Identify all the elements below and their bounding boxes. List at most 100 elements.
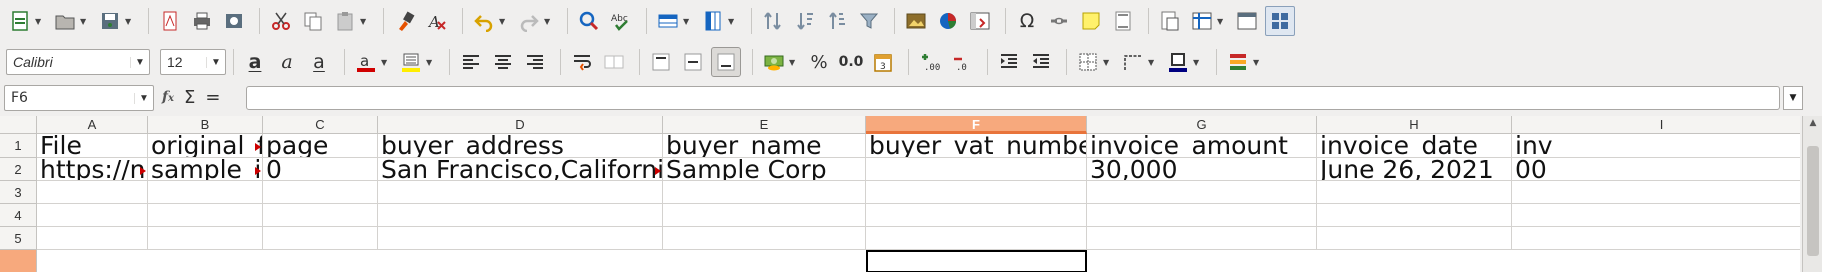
align-left-icon[interactable] [457,48,485,76]
wrap-text-icon[interactable] [568,48,596,76]
cell-a2[interactable]: https://nn [37,158,148,181]
headers-footers-icon[interactable] [1109,7,1137,35]
row-dropdown-icon[interactable]: ▼ [683,17,693,26]
sort-descending-icon[interactable] [791,7,819,35]
cell-d4[interactable] [378,204,663,227]
cell-f6-active[interactable] [866,250,1087,272]
row-header-3[interactable]: 3 [0,181,37,204]
cell-d1[interactable]: buyer_address [378,134,663,158]
add-decimal-place-icon[interactable]: .00 [916,48,944,76]
define-print-area-icon[interactable] [1156,7,1184,35]
formula-icon[interactable]: = [205,87,220,108]
cell-h3[interactable] [1317,181,1512,204]
undo-icon[interactable] [470,7,498,35]
insert-chart-icon[interactable] [934,7,962,35]
cell-d5[interactable] [378,227,663,250]
cell-i1[interactable]: inv [1512,134,1800,158]
freeze-dropdown-icon[interactable]: ▼ [1217,17,1227,26]
column-header-a[interactable]: A [37,116,148,134]
cell-f2[interactable] [866,158,1087,181]
comment-icon[interactable] [1077,7,1105,35]
column-header-b[interactable]: B [148,116,263,134]
align-center-icon[interactable] [489,48,517,76]
cell-b3[interactable] [148,181,263,204]
row-header-1[interactable]: 1 [0,134,37,158]
expand-formula-bar-icon[interactable]: ▼ [1783,86,1803,110]
font-name-combo[interactable]: Calibri ▼ [6,49,150,75]
bold-icon[interactable]: a [241,48,269,76]
cell-h1[interactable]: invoice_date [1317,134,1512,158]
insert-image-icon[interactable] [902,7,930,35]
cell-f4[interactable] [866,204,1087,227]
cell-f1[interactable]: buyer_vat_number [866,134,1087,158]
borders-icon[interactable] [1074,48,1102,76]
column-icon[interactable] [699,7,727,35]
find-replace-icon[interactable] [575,7,603,35]
conditional-dropdown-icon[interactable]: ▼ [1253,58,1263,67]
cell-b1[interactable]: original_f [148,134,263,158]
function-wizard-icon[interactable]: fx [162,89,174,105]
save-dropdown-icon[interactable]: ▼ [125,17,135,26]
pivot-table-icon[interactable] [966,7,994,35]
cell-d3[interactable] [378,181,663,204]
cell-e4[interactable] [663,204,866,227]
cell-g4[interactable] [1087,204,1317,227]
row-icon[interactable] [654,7,682,35]
currency-format-icon[interactable] [760,48,788,76]
sort-ascending-icon[interactable] [823,7,851,35]
open-dropdown-icon[interactable]: ▼ [80,17,90,26]
border-style-dropdown-icon[interactable]: ▼ [1148,58,1158,67]
center-vertically-icon[interactable] [679,48,707,76]
undo-dropdown-icon[interactable]: ▼ [499,17,509,26]
border-color-dropdown-icon[interactable]: ▼ [1193,58,1203,67]
show-draw-functions-icon[interactable] [1265,6,1295,36]
align-top-icon[interactable] [647,48,675,76]
cell-a1[interactable]: File [37,134,148,158]
row-header-2[interactable]: 2 [0,158,37,181]
cell-b5[interactable] [148,227,263,250]
cell-b2[interactable]: sample_in [148,158,263,181]
cell-i3[interactable] [1512,181,1800,204]
export-pdf-icon[interactable] [156,7,184,35]
currency-dropdown-icon[interactable]: ▼ [789,58,799,67]
clone-formatting-icon[interactable] [391,7,419,35]
cell-i2[interactable]: 00 [1512,158,1800,181]
chevron-down-icon[interactable]: ▼ [130,56,149,68]
hyperlink-icon[interactable] [1045,7,1073,35]
cell-b4[interactable] [148,204,263,227]
paste-icon[interactable] [331,7,359,35]
align-bottom-icon[interactable] [711,47,741,77]
chevron-down-icon[interactable]: ▼ [134,92,153,104]
scrollbar-thumb[interactable] [1807,146,1819,256]
sum-icon[interactable]: Σ [184,87,195,108]
column-header-d[interactable]: D [378,116,663,134]
cell-c5[interactable] [263,227,378,250]
column-header-i[interactable]: I [1512,116,1800,134]
column-header-g[interactable]: G [1087,116,1317,134]
column-header-h[interactable]: H [1317,116,1512,134]
cell-c2[interactable]: 0 [263,158,378,181]
spelling-icon[interactable]: Abc [607,7,635,35]
cell-f3[interactable] [866,181,1087,204]
cell-h2[interactable]: June 26, 2021 [1317,158,1512,181]
cell-c4[interactable] [263,204,378,227]
chevron-down-icon[interactable]: ▼ [206,56,225,68]
cell-i5[interactable] [1512,227,1800,250]
delete-decimal-place-icon[interactable]: .0 [948,48,976,76]
column-header-e[interactable]: E [663,116,866,134]
decrease-indent-icon[interactable] [1027,48,1055,76]
copy-icon[interactable] [299,7,327,35]
cell-g3[interactable] [1087,181,1317,204]
new-dropdown-icon[interactable]: ▼ [35,17,45,26]
highlight-color-icon[interactable] [397,48,425,76]
borders-dropdown-icon[interactable]: ▼ [1103,58,1113,67]
percent-format-icon[interactable]: % [805,48,833,76]
cell-h5[interactable] [1317,227,1512,250]
increase-indent-icon[interactable] [995,48,1023,76]
clear-formatting-icon[interactable]: A [423,7,451,35]
new-document-icon[interactable] [6,7,34,35]
cell-h4[interactable] [1317,204,1512,227]
freeze-rows-columns-icon[interactable] [1188,7,1216,35]
cell-a5[interactable] [37,227,148,250]
split-window-icon[interactable] [1233,7,1261,35]
